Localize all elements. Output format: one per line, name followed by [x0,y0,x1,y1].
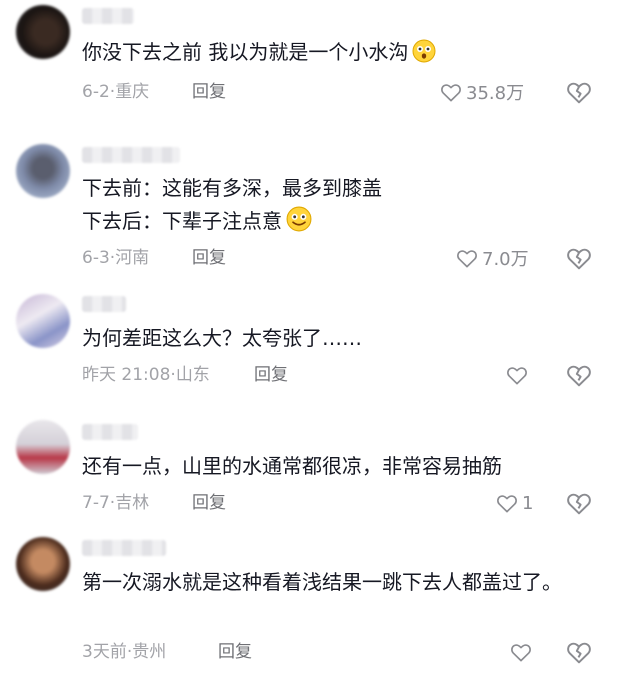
comment-text: 第一次溺水就是这种看着浅结果一跳下去人都盖过了。 [82,570,562,594]
broken-heart-outline-icon[interactable] [566,639,592,665]
comment-text: 为何差距这么大？太夸张了…… [82,326,362,350]
like-button[interactable] [506,362,532,388]
like-count: 35.8万 [466,83,525,104]
avatar[interactable] [16,420,70,474]
reply-button[interactable]: 回复 [192,80,226,104]
avatar[interactable] [16,5,70,59]
comment-date: 昨天 21:08 [82,365,171,385]
comment-meta: 昨天 21:08·山东 [82,363,210,387]
nervous-smile-emoji [286,206,312,232]
broken-heart-outline-icon[interactable] [566,245,592,271]
comment-text: 下去前：这能有多深，最多到膝盖 下去后：下辈子注点意 [82,176,382,233]
avatar[interactable] [16,144,70,198]
like-button[interactable]: 1 [496,490,533,516]
reply-button[interactable]: 回复 [218,640,252,664]
comment-meta: 6-3·河南 [82,246,149,270]
comment-meta: 6-2·重庆 [82,80,149,104]
comment-location: 重庆 [115,82,150,102]
comment-location: 吉林 [115,493,150,513]
comment-location: 河南 [115,248,150,268]
username-blurred[interactable] [82,147,180,163]
like-count: 7.0万 [482,249,529,270]
broken-heart-outline-icon[interactable] [566,79,592,105]
comment-date: 6-3 [82,248,110,268]
heart-outline-icon [441,84,461,102]
like-button[interactable] [510,639,536,665]
heart-outline-icon [511,644,531,662]
avatar[interactable] [16,537,70,591]
reply-button[interactable]: 回复 [254,363,288,387]
broken-heart-outline-icon[interactable] [566,490,592,516]
comment-date: 3天前 [82,642,127,662]
heart-outline-icon [497,495,517,513]
astonished-emoji [412,39,436,63]
comment-location: 贵州 [132,642,167,662]
reply-button[interactable]: 回复 [192,491,226,515]
username-blurred[interactable] [82,296,126,312]
comment-date: 6-2 [82,82,110,102]
reply-button[interactable]: 回复 [192,246,226,270]
comment-meta: 3天前·贵州 [82,640,166,664]
comment-text: 你没下去之前 我以为就是一个小水沟 [82,36,588,69]
heart-outline-icon [457,250,477,268]
comment-location: 山东 [175,365,210,385]
username-blurred[interactable] [82,424,138,440]
comment-text: 还有一点，山里的水通常都很凉，非常容易抽筋 [82,454,502,478]
broken-heart-outline-icon[interactable] [566,362,592,388]
like-count: 1 [522,492,534,514]
username-blurred[interactable] [82,540,166,556]
comment-date: 7-7 [82,493,110,513]
avatar[interactable] [16,294,70,348]
like-button[interactable]: 7.0万 [456,245,529,271]
heart-outline-icon [507,367,527,385]
like-button[interactable]: 35.8万 [440,79,524,105]
comment-meta: 7-7·吉林 [82,491,149,515]
username-blurred[interactable] [82,8,134,24]
